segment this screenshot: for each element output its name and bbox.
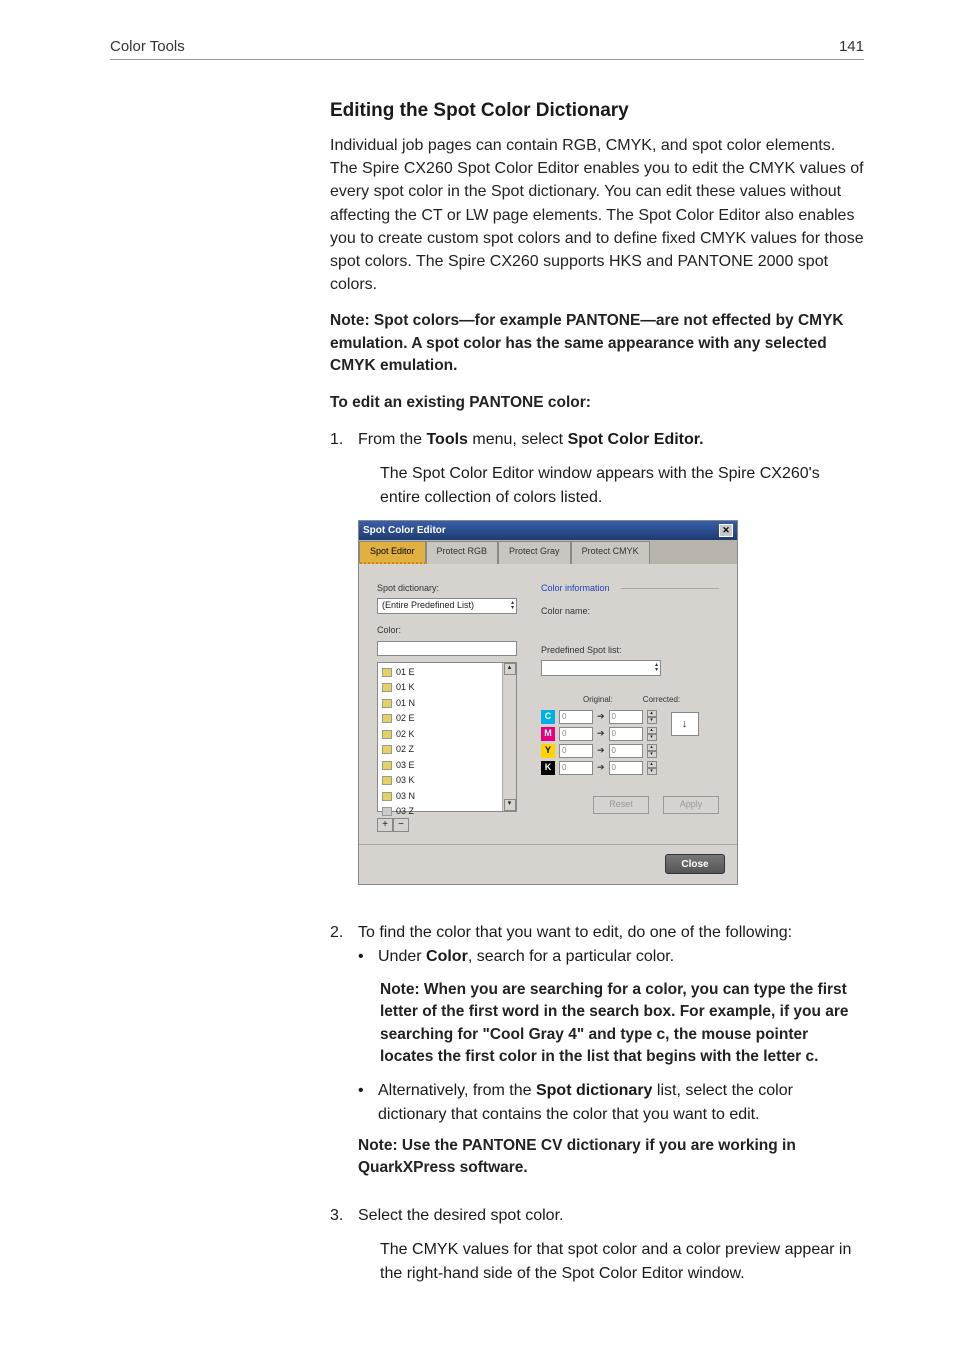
step-2-bullet-1: • Under Color, search for a particular c… xyxy=(358,945,864,969)
step-2: 2. To find the color that you want to ed… xyxy=(330,921,864,1194)
tab-protect-rgb[interactable]: Protect RGB xyxy=(426,541,499,564)
color-name-label: Color name: xyxy=(541,605,719,619)
magenta-stepper[interactable]: ▴▾ xyxy=(647,727,657,741)
swatch-icon xyxy=(382,730,392,739)
list-item: 03 K xyxy=(378,773,502,789)
spot-dictionary-label: Spot dictionary: xyxy=(377,582,517,596)
apply-button[interactable]: Apply xyxy=(663,796,719,814)
cyan-stepper[interactable]: ▴▾ xyxy=(647,710,657,724)
window-footer: Close xyxy=(359,844,737,884)
value-columns-header: Original: Corrected: xyxy=(583,694,719,706)
reset-button[interactable]: Reset xyxy=(593,796,649,814)
header-page-number: 141 xyxy=(839,38,864,55)
cyan-chip-icon: C xyxy=(541,710,555,724)
arrow-right-icon: ➔ xyxy=(597,761,605,775)
swatch-icon xyxy=(382,745,392,754)
yellow-original-input[interactable]: 0 xyxy=(559,744,593,758)
predefined-spot-list-dropdown[interactable]: ▴▾ xyxy=(541,660,661,676)
step-3: 3. Select the desired spot color. The CM… xyxy=(330,1204,864,1296)
close-button[interactable]: Close xyxy=(665,854,725,874)
arrow-down-icon: ↓ xyxy=(682,716,688,733)
step-3-sub: The CMYK values for that spot color and … xyxy=(380,1238,864,1286)
tab-spot-editor[interactable]: Spot Editor xyxy=(359,541,426,564)
step-1: 1. From the Tools menu, select Spot Colo… xyxy=(330,428,864,911)
page-title: Editing the Spot Color Dictionary xyxy=(330,100,864,122)
close-icon[interactable]: ✕ xyxy=(719,524,733,537)
color-search-input[interactable] xyxy=(377,641,517,656)
window-titlebar: Spot Color Editor ✕ xyxy=(359,521,737,540)
swatch-icon xyxy=(382,776,392,785)
step-2-bullet-2: • Alternatively, from the Spot dictionar… xyxy=(358,1079,864,1127)
magenta-chip-icon: M xyxy=(541,727,555,741)
remove-button[interactable]: − xyxy=(393,818,409,832)
tab-protect-cmyk[interactable]: Protect CMYK xyxy=(571,541,650,564)
swatch-icon xyxy=(382,761,392,770)
intro-paragraph: Individual job pages can contain RGB, CM… xyxy=(330,134,864,296)
magenta-corrected-input[interactable]: 0 xyxy=(609,727,643,741)
predefined-spot-list-label: Predefined Spot list: xyxy=(541,644,719,658)
list-item: 02 K xyxy=(378,727,502,743)
black-original-input[interactable]: 0 xyxy=(559,761,593,775)
black-stepper[interactable]: ▴▾ xyxy=(647,761,657,775)
list-item: 01 N xyxy=(378,696,502,712)
arrow-right-icon: ➔ xyxy=(597,744,605,758)
black-row: K 0 ➔ 0 ▴▾ xyxy=(541,761,657,775)
procedure-heading: To edit an existing PANTONE color: xyxy=(330,392,864,414)
swatch-icon xyxy=(382,714,392,723)
list-item: 01 E xyxy=(378,665,502,681)
dropdown-arrows-icon: ▴▾ xyxy=(511,601,514,611)
swatch-icon xyxy=(382,807,392,816)
yellow-stepper[interactable]: ▴▾ xyxy=(647,744,657,758)
spot-color-editor-screenshot: Spot Color Editor ✕ Spot Editor Protect … xyxy=(358,520,738,885)
color-preview-swatch: ↓ xyxy=(671,712,699,736)
scroll-down-icon[interactable]: ▾ xyxy=(504,799,516,811)
magenta-row: M 0 ➔ 0 ▴▾ xyxy=(541,727,657,741)
cyan-corrected-input[interactable]: 0 xyxy=(609,710,643,724)
black-corrected-input[interactable]: 0 xyxy=(609,761,643,775)
swatch-icon xyxy=(382,792,392,801)
color-information-label: Color information xyxy=(541,582,719,596)
note-1: Note: Spot colors—for example PANTONE—ar… xyxy=(330,310,864,377)
cyan-row: C 0 ➔ 0 ▴▾ xyxy=(541,710,657,724)
list-item: 01 K xyxy=(378,680,502,696)
list-item: 03 N xyxy=(378,789,502,805)
color-label: Color: xyxy=(377,624,517,638)
arrow-right-icon: ➔ xyxy=(597,727,605,741)
color-listbox[interactable]: 01 E 01 K 01 N 02 E 02 K 02 Z 03 E 03 K … xyxy=(377,662,517,812)
yellow-chip-icon: Y xyxy=(541,744,555,758)
swatch-icon xyxy=(382,668,392,677)
list-item: 02 Z xyxy=(378,742,502,758)
list-item: 02 E xyxy=(378,711,502,727)
list-item: 03 E xyxy=(378,758,502,774)
swatch-icon xyxy=(382,699,392,708)
scroll-up-icon[interactable]: ▴ xyxy=(504,663,516,675)
window-title: Spot Color Editor xyxy=(363,523,446,538)
scrollbar[interactable]: ▴ ▾ xyxy=(502,663,516,811)
page-header: Color Tools 141 xyxy=(110,38,864,60)
dropdown-arrows-icon: ▴▾ xyxy=(655,663,658,673)
spot-dictionary-dropdown[interactable]: (Entire Predefined List) ▴▾ xyxy=(377,598,517,614)
step-2-note-2: Note: Use the PANTONE CV dictionary if y… xyxy=(358,1135,864,1180)
cyan-original-input[interactable]: 0 xyxy=(559,710,593,724)
magenta-original-input[interactable]: 0 xyxy=(559,727,593,741)
header-left: Color Tools xyxy=(110,38,185,55)
step-2-note-1: Note: When you are searching for a color… xyxy=(380,979,864,1069)
tab-protect-gray[interactable]: Protect Gray xyxy=(498,541,571,564)
add-button[interactable]: + xyxy=(377,818,393,832)
black-chip-icon: K xyxy=(541,761,555,775)
yellow-row: Y 0 ➔ 0 ▴▾ xyxy=(541,744,657,758)
step-1-sub: The Spot Color Editor window appears wit… xyxy=(380,462,864,510)
swatch-icon xyxy=(382,683,392,692)
arrow-right-icon: ➔ xyxy=(597,710,605,724)
yellow-corrected-input[interactable]: 0 xyxy=(609,744,643,758)
tab-bar: Spot Editor Protect RGB Protect Gray Pro… xyxy=(359,540,737,564)
